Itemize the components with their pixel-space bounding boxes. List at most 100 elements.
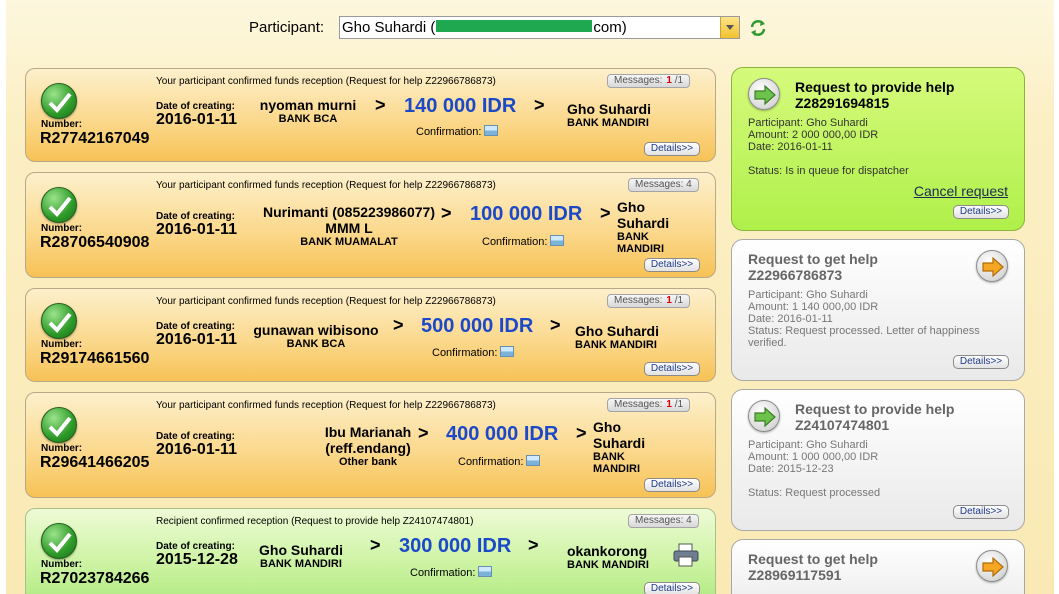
transaction-card: Number: R28706540908 Your participant co… [25, 172, 716, 278]
arrow-symbol: > [528, 535, 539, 555]
details-button[interactable]: Details>> [953, 205, 1009, 219]
transaction-status: Your participant confirmed funds recepti… [156, 76, 496, 87]
request-status: Status: Is in queue for dispatcher [748, 165, 909, 177]
request-status: Status: Request processed. Letter of hap… [748, 325, 980, 349]
sender-bank: BANK BCA [286, 338, 346, 350]
amount: 500 000 IDR [421, 315, 534, 337]
messages-badge[interactable]: Messages: 4 [628, 178, 699, 192]
printer-icon[interactable] [673, 543, 699, 567]
participant-label: Participant: [249, 19, 325, 36]
request-participant: Participant: Gho Suhardi [748, 439, 868, 451]
date-value: 2016-01-11 [156, 441, 237, 458]
participant-name: Gho Suhardi ( [342, 19, 436, 36]
request-participant: Participant: Gho Suhardi [748, 289, 868, 301]
request-amount: Amount: 2 000 000,00 IDR [748, 129, 879, 141]
request-id: Z24107474801 [795, 417, 890, 433]
cancel-request-link[interactable]: Cancel request [914, 183, 1008, 199]
receiver-bank: BANK MANDIRI [617, 231, 665, 255]
request-id: Z22966786873 [748, 267, 843, 283]
request-id: Z28291694815 [795, 95, 890, 111]
amount: 140 000 IDR [404, 95, 517, 117]
date-value: 2016-01-11 [156, 111, 237, 128]
messages-badge[interactable]: Messages: 1 /1 [607, 74, 691, 88]
transaction-card: Number: R29174661560 Your participant co… [25, 288, 716, 382]
transaction-number: R28706540908 [40, 234, 150, 251]
messages-badge[interactable]: Messages: 1 /1 [607, 398, 691, 412]
receiver: okankorong BANK MANDIRI [567, 543, 649, 571]
details-button[interactable]: Details>> [644, 362, 700, 376]
receiver-bank: BANK MANDIRI [575, 339, 657, 351]
image-icon[interactable] [550, 235, 565, 246]
receiver: Gho Suhardi BANK MANDIRI [567, 101, 651, 129]
arrow-symbol: > [600, 203, 611, 223]
request-card: Request to get help Z28969117591 [731, 539, 1025, 594]
details-button[interactable]: Details>> [953, 355, 1009, 369]
unread-count: 1 [666, 75, 672, 86]
transaction-status: Your participant confirmed funds recepti… [156, 180, 496, 191]
participant-select[interactable]: Gho Suhardi ( com) [339, 16, 740, 39]
messages-badge[interactable]: Messages: 4 [628, 514, 699, 528]
arrow-symbol: > [576, 423, 587, 443]
receiver: Gho Suhardi BANK MANDIRI [593, 419, 653, 475]
receiver-bank: BANK MANDIRI [593, 451, 641, 475]
sender-bank: BANK MUAMALAT [300, 236, 398, 248]
request-title: Request to get help [748, 251, 878, 267]
amount: 100 000 IDR [470, 203, 583, 225]
image-icon[interactable] [478, 566, 493, 577]
sender-bank: BANK MANDIRI [260, 558, 342, 570]
sender: Nurimanti (085223986077) MMM L BANK MUAMA… [258, 204, 440, 248]
number-label: Number: [41, 223, 83, 234]
check-icon [41, 83, 77, 119]
request-date: Date: 2016-01-11 [748, 141, 833, 153]
receiver-bank: BANK MANDIRI [567, 117, 649, 129]
confirmation: Confirmation: [416, 125, 499, 138]
arrow-symbol: > [534, 95, 545, 115]
chevron-down-icon[interactable] [720, 17, 739, 38]
request-card: Request to provide help Z28291694815 Par… [731, 67, 1025, 231]
unread-count: 1 [666, 295, 672, 306]
number-label: Number: [41, 119, 83, 130]
request-title: Request to get help [748, 551, 878, 567]
details-button[interactable]: Details>> [644, 258, 700, 272]
sender: Ibu Marianah (reff.endang) Other bank [316, 424, 420, 468]
request-card: Request to get help Z22966786873 Partici… [731, 239, 1025, 381]
details-button[interactable]: Details>> [644, 582, 700, 594]
amount: 300 000 IDR [399, 535, 512, 557]
participant-suffix: com) [593, 19, 627, 36]
transaction-status: Your participant confirmed funds recepti… [156, 296, 496, 307]
receiver-bank: BANK MANDIRI [567, 559, 649, 571]
image-icon[interactable] [484, 125, 499, 136]
transaction-number: R27742167049 [40, 130, 150, 147]
image-icon[interactable] [500, 346, 515, 357]
amount: 400 000 IDR [446, 423, 559, 445]
details-button[interactable]: Details>> [644, 478, 700, 492]
request-id: Z28969117591 [748, 567, 842, 583]
details-button[interactable]: Details>> [644, 142, 700, 156]
confirmation: Confirmation: [458, 455, 541, 468]
arrow-symbol: > [393, 315, 404, 335]
image-icon[interactable] [526, 455, 541, 466]
transaction-card: Number: R27023784266 Recipient confirmed… [25, 508, 716, 594]
number-label: Number: [41, 443, 83, 454]
check-icon [41, 523, 77, 559]
sender: Gho Suhardi BANK MANDIRI [251, 542, 351, 570]
transaction-card: Number: R29641466205 Your participant co… [25, 392, 716, 498]
messages-badge[interactable]: Messages: 1 /1 [607, 294, 691, 308]
transaction-number: R29174661560 [40, 350, 150, 367]
refresh-icon[interactable] [749, 19, 767, 37]
arrow-right-orange-icon [976, 550, 1008, 582]
receiver: Gho Suhardi BANK MANDIRI [575, 323, 659, 351]
details-button[interactable]: Details>> [953, 505, 1009, 519]
sender: gunawan wibisono BANK BCA [248, 322, 384, 350]
arrow-right-green-icon [748, 78, 780, 110]
request-amount: Amount: 1 000 000,00 IDR [748, 451, 879, 463]
date-value: 2016-01-11 [156, 331, 237, 348]
confirmation: Confirmation: [432, 346, 515, 359]
check-icon [41, 303, 77, 339]
arrow-symbol: > [550, 315, 561, 335]
arrow-symbol: > [441, 203, 452, 223]
request-title: Request to provide help [795, 79, 955, 95]
request-date: Date: 2015-12-23 [748, 463, 834, 475]
request-participant: Participant: Gho Suhardi [748, 117, 868, 129]
confirmation: Confirmation: [482, 235, 565, 248]
